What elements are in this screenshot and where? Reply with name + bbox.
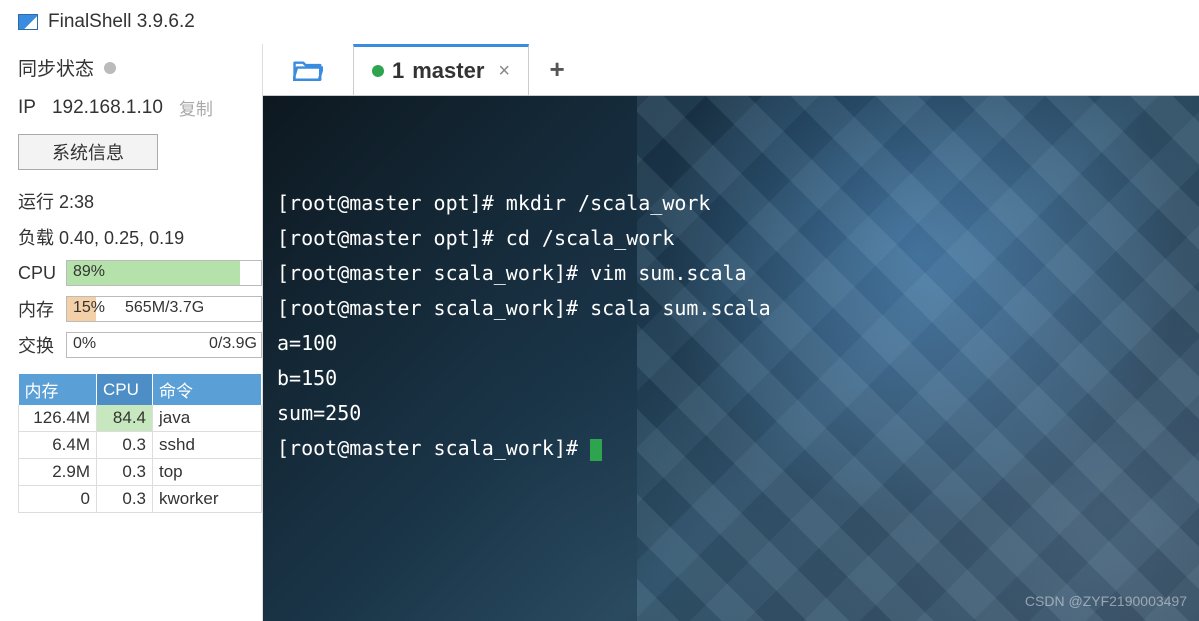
sidebar: 同步状态 IP 192.168.1.10 复制 系统信息 运行 2:38 负载 … — [0, 44, 263, 621]
terminal-line: [root@master opt]# mkdir /scala_work — [277, 186, 1185, 221]
table-row[interactable]: 126.4M84.4java — [19, 405, 262, 432]
cpu-label: CPU — [18, 263, 60, 284]
proc-cmd: sshd — [153, 432, 262, 459]
cpu-meter-row: CPU 89% — [18, 260, 262, 286]
ip-row: IP 192.168.1.10 复制 — [18, 95, 262, 120]
cursor-icon — [590, 439, 602, 461]
terminal-line: sum=250 — [277, 396, 1185, 431]
terminal-line: [root@master scala_work]# — [277, 431, 1185, 466]
load-value: 0.40, 0.25, 0.19 — [59, 228, 184, 248]
proc-cpu: 0.3 — [97, 486, 153, 513]
load-row: 负载 0.40, 0.25, 0.19 — [18, 224, 262, 250]
mem-percent: 15% — [73, 299, 105, 317]
terminal-line: a=100 — [277, 326, 1185, 361]
proc-cmd: top — [153, 459, 262, 486]
watermark: CSDN @ZYF2190003497 — [1025, 589, 1187, 614]
app-icon — [18, 14, 38, 30]
proc-mem: 0 — [19, 486, 97, 513]
proc-mem: 2.9M — [19, 459, 97, 486]
proc-header-mem[interactable]: 内存 — [19, 374, 97, 405]
folder-open-icon — [293, 59, 323, 81]
terminal-line: [root@master scala_work]# vim sum.scala — [277, 256, 1185, 291]
proc-cpu: 0.3 — [97, 459, 153, 486]
main-area: 同步状态 IP 192.168.1.10 复制 系统信息 运行 2:38 负载 … — [0, 44, 1199, 621]
uptime-row: 运行 2:38 — [18, 188, 262, 214]
mem-meter: 15% 565M/3.7G — [66, 296, 262, 322]
swap-label: 交换 — [18, 332, 60, 358]
tab-title: master — [412, 58, 484, 84]
proc-mem: 6.4M — [19, 432, 97, 459]
proc-cmd: kworker — [153, 486, 262, 513]
open-folder-button[interactable] — [263, 44, 353, 95]
terminal[interactable]: [root@master opt]# mkdir /scala_work[roo… — [263, 96, 1199, 621]
sync-status-label: 同步状态 — [18, 54, 94, 81]
tab-master[interactable]: 1 master × — [353, 44, 529, 95]
tab-index: 1 — [392, 58, 404, 84]
swap-meter: 0% 0/3.9G — [66, 332, 262, 358]
swap-percent: 0% — [73, 335, 96, 353]
table-row[interactable]: 2.9M0.3top — [19, 459, 262, 486]
proc-header-cpu[interactable]: CPU — [97, 374, 153, 405]
app-title: FinalShell 3.9.6.2 — [48, 11, 195, 33]
proc-header-cmd[interactable]: 命令 — [153, 374, 262, 405]
load-label: 负载 — [18, 228, 54, 248]
tab-bar: 1 master × + — [263, 44, 1199, 96]
mem-detail: 565M/3.7G — [125, 299, 204, 317]
system-info-button[interactable]: 系统信息 — [18, 134, 158, 170]
add-tab-button[interactable]: + — [529, 44, 585, 95]
process-table: 内存 CPU 命令 126.4M84.4java6.4M0.3sshd2.9M0… — [18, 374, 262, 513]
mem-meter-row: 内存 15% 565M/3.7G — [18, 296, 262, 322]
titlebar: FinalShell 3.9.6.2 — [0, 0, 1199, 44]
ip-label: IP — [18, 97, 36, 119]
proc-cpu: 84.4 — [97, 405, 153, 432]
terminal-line: [root@master opt]# cd /scala_work — [277, 221, 1185, 256]
proc-cmd: java — [153, 405, 262, 432]
swap-detail: 0/3.9G — [209, 335, 257, 353]
sync-status-dot-icon — [104, 62, 116, 74]
mem-label: 内存 — [18, 296, 60, 322]
proc-cpu: 0.3 — [97, 432, 153, 459]
terminal-area: 1 master × + [root@master opt]# mkdir /s… — [263, 44, 1199, 621]
swap-meter-row: 交换 0% 0/3.9G — [18, 332, 262, 358]
process-table-header[interactable]: 内存 CPU 命令 — [19, 374, 262, 405]
terminal-line: b=150 — [277, 361, 1185, 396]
proc-mem: 126.4M — [19, 405, 97, 432]
uptime-value: 2:38 — [59, 192, 94, 212]
uptime-label: 运行 — [18, 192, 54, 212]
copy-button[interactable]: 复制 — [179, 95, 213, 120]
terminal-line: [root@master scala_work]# scala sum.scal… — [277, 291, 1185, 326]
sync-status-row: 同步状态 — [18, 54, 262, 81]
table-row[interactable]: 6.4M0.3sshd — [19, 432, 262, 459]
close-tab-button[interactable]: × — [498, 60, 510, 83]
cpu-meter: 89% — [66, 260, 262, 286]
cpu-percent: 89% — [73, 263, 105, 281]
connection-status-icon — [372, 65, 384, 77]
table-row[interactable]: 00.3kworker — [19, 486, 262, 513]
ip-value: 192.168.1.10 — [52, 97, 163, 119]
